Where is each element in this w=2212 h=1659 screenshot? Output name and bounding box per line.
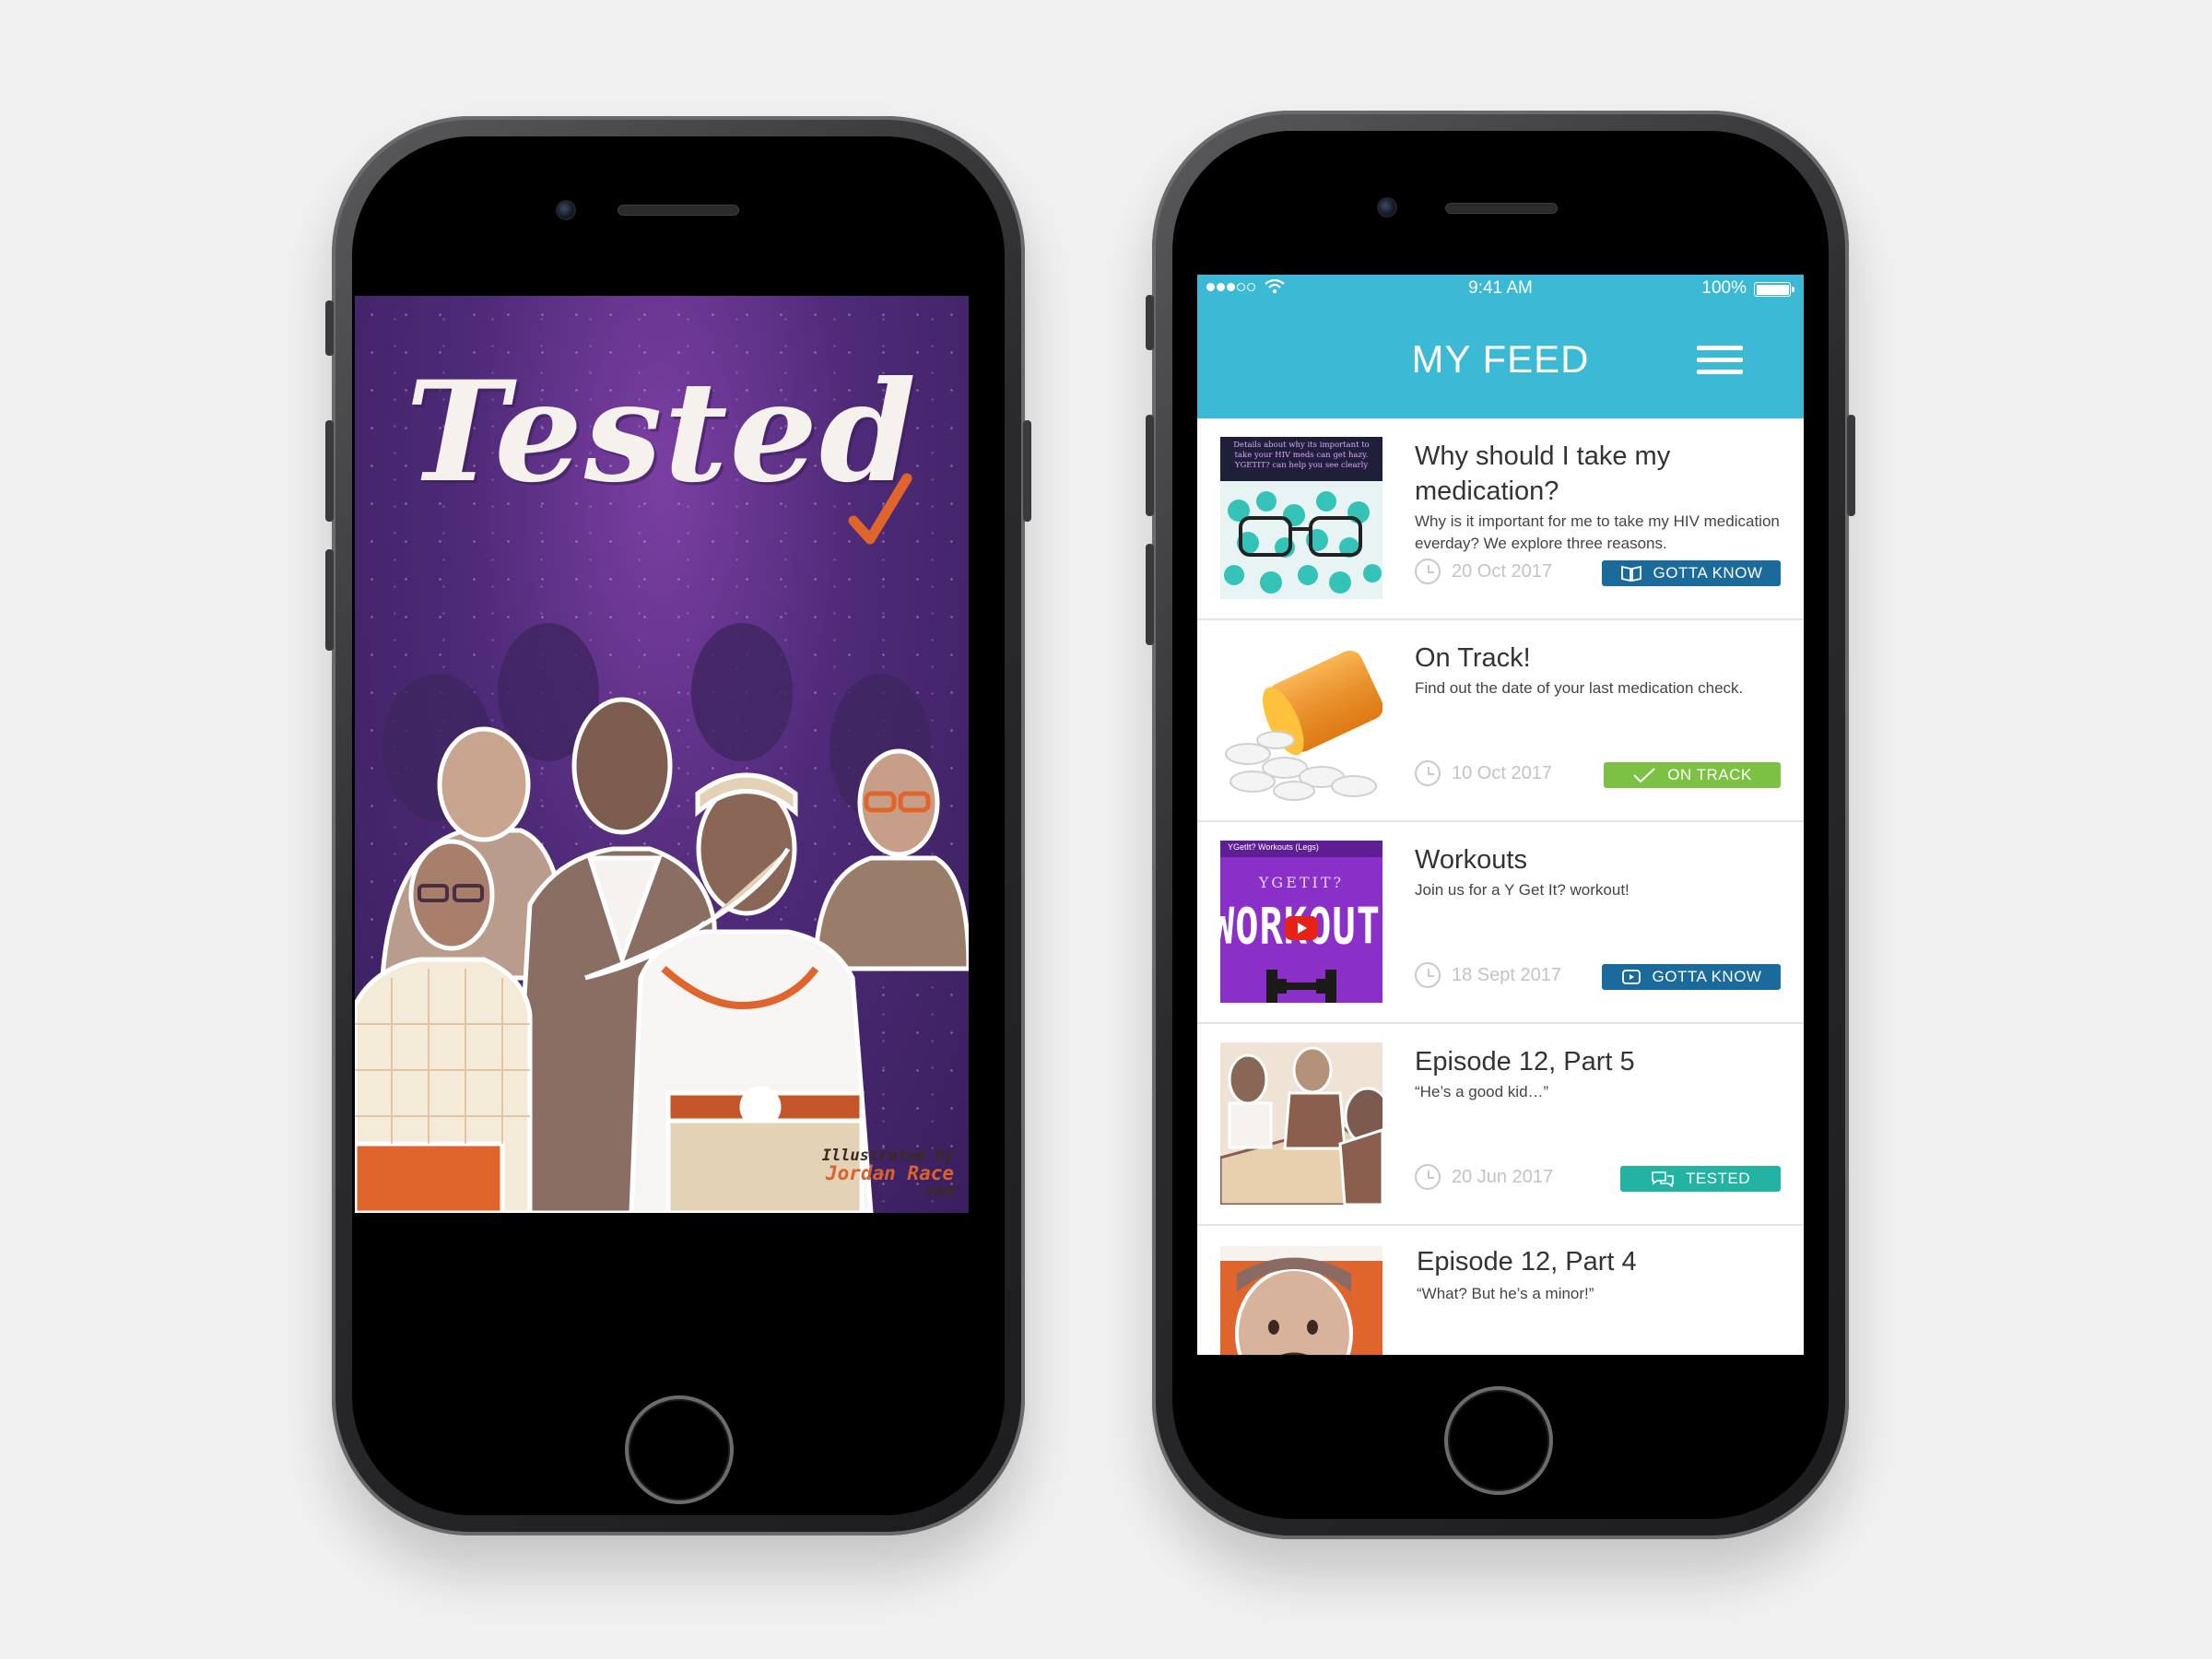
category-tag[interactable]: GOTTA KNOW	[1602, 964, 1781, 990]
feed-item-title: Why should I take my medication?	[1415, 441, 1671, 506]
play-button-icon[interactable]	[1285, 916, 1318, 940]
front-camera	[1377, 197, 1397, 218]
volume-down-button	[325, 549, 334, 651]
date-text: 10 Oct 2017	[1452, 762, 1552, 783]
clock-icon	[1415, 760, 1441, 786]
feed-item-date: 18 Sept 2017	[1415, 962, 1561, 988]
front-camera	[556, 200, 576, 220]
mute-switch	[1146, 295, 1154, 350]
feed-item-date: 20 Jun 2017	[1415, 1164, 1553, 1190]
earpiece-speaker	[618, 205, 739, 216]
tag-label: ON TRACK	[1667, 766, 1752, 783]
feed-item-description: Join us for a Y Get It? workout!	[1415, 881, 1630, 899]
earpiece-speaker	[1445, 203, 1558, 214]
battery-percent: 100%	[1701, 278, 1747, 298]
chat-bubbles-icon	[1652, 1171, 1674, 1187]
feed-item[interactable]: YGetIt? Workouts (Legs) YGETIT? WORKOUTS…	[1197, 822, 1804, 1024]
feed-item-description: Why is it important for me to take my HI…	[1415, 512, 1780, 552]
video-brand: YGETIT?	[1258, 874, 1345, 891]
feed-item-title: Episode 12, Part 4	[1417, 1247, 1637, 1277]
date-text: 20 Jun 2017	[1452, 1166, 1554, 1187]
check-icon	[1633, 768, 1655, 783]
category-tag[interactable]: GOTTA KNOW	[1602, 560, 1781, 586]
clock-icon	[1415, 559, 1441, 584]
credit-name: Jordan Race	[825, 1162, 954, 1184]
category-tag[interactable]: TESTED	[1620, 1166, 1781, 1192]
feed-item-title: On Track!	[1415, 643, 1531, 673]
clock-icon	[1415, 1164, 1441, 1190]
medication-thumbnail: Details about why its important to take …	[1220, 437, 1382, 599]
credit-domain: .com	[916, 1182, 954, 1200]
comic-cover-screen[interactable]: Tested Illustrated by Jordan Race .com	[355, 296, 969, 1213]
volume-up-button	[1146, 415, 1154, 516]
video-icon	[1621, 970, 1641, 984]
status-bar: 9:41 AM 100%	[1197, 275, 1804, 302]
left-phone: Tested Illustrated by Jordan Race .com	[325, 116, 1031, 1535]
hamburger-menu-icon[interactable]	[1697, 346, 1743, 382]
clock-icon	[1415, 962, 1441, 988]
feed-item-description: Find out the date of your last medicatio…	[1415, 679, 1744, 697]
feed-item-title: Workouts	[1415, 845, 1527, 875]
right-phone: 9:41 AM 100% MY FEED Details about why i…	[1146, 111, 1855, 1539]
orange-check-icon	[848, 473, 912, 545]
pill-bottle-thumbnail	[1220, 639, 1382, 801]
date-text: 18 Sept 2017	[1452, 964, 1561, 985]
comic-characters-illustration	[355, 623, 969, 1213]
power-button	[1847, 415, 1855, 516]
battery-icon	[1754, 282, 1794, 297]
book-icon	[1620, 565, 1641, 582]
video-header: YGetIt? Workouts (Legs)	[1228, 842, 1319, 852]
episode-comic-thumbnail	[1220, 1246, 1382, 1355]
feed-item-description: “What? But he’s a minor!”	[1417, 1285, 1594, 1302]
my-feed-screen: 9:41 AM 100% MY FEED Details about why i…	[1197, 275, 1804, 1355]
feed-item-date: 10 Oct 2017	[1415, 760, 1552, 786]
power-button	[1023, 420, 1031, 522]
illustrator-credit: Illustrated by Jordan Race .com	[822, 1147, 954, 1200]
workouts-video-thumbnail: YGetIt? Workouts (Legs) YGETIT? WORKOUTS	[1220, 841, 1382, 1003]
home-button[interactable]	[1444, 1386, 1553, 1495]
feed-item-description: “He’s a good kid…”	[1415, 1083, 1549, 1100]
episode-comic-thumbnail	[1220, 1042, 1382, 1205]
category-tag[interactable]: ON TRACK	[1604, 762, 1781, 788]
volume-down-button	[1146, 544, 1154, 645]
feed-list: Details about why its important to take …	[1197, 418, 1804, 1355]
feed-item[interactable]: On Track! Find out the date of your last…	[1197, 620, 1804, 822]
thumbnail-caption: Details about why its important to take …	[1233, 441, 1370, 470]
feed-item[interactable]: Details about why its important to take …	[1197, 418, 1804, 620]
mute-switch	[325, 300, 334, 356]
nav-bar: MY FEED	[1197, 302, 1804, 418]
tag-label: TESTED	[1685, 1170, 1751, 1187]
home-button[interactable]	[625, 1395, 734, 1504]
feed-item[interactable]: Episode 12, Part 4 “What? But he’s a min…	[1197, 1226, 1804, 1355]
feed-item-date: 20 Oct 2017	[1415, 559, 1552, 584]
date-text: 20 Oct 2017	[1452, 560, 1552, 582]
feed-item-title: Episode 12, Part 5	[1415, 1047, 1635, 1077]
tag-label: GOTTA KNOW	[1653, 564, 1763, 582]
volume-up-button	[325, 420, 334, 522]
feed-item[interactable]: Episode 12, Part 5 “He’s a good kid…” 20…	[1197, 1024, 1804, 1226]
tag-label: GOTTA KNOW	[1652, 968, 1762, 985]
